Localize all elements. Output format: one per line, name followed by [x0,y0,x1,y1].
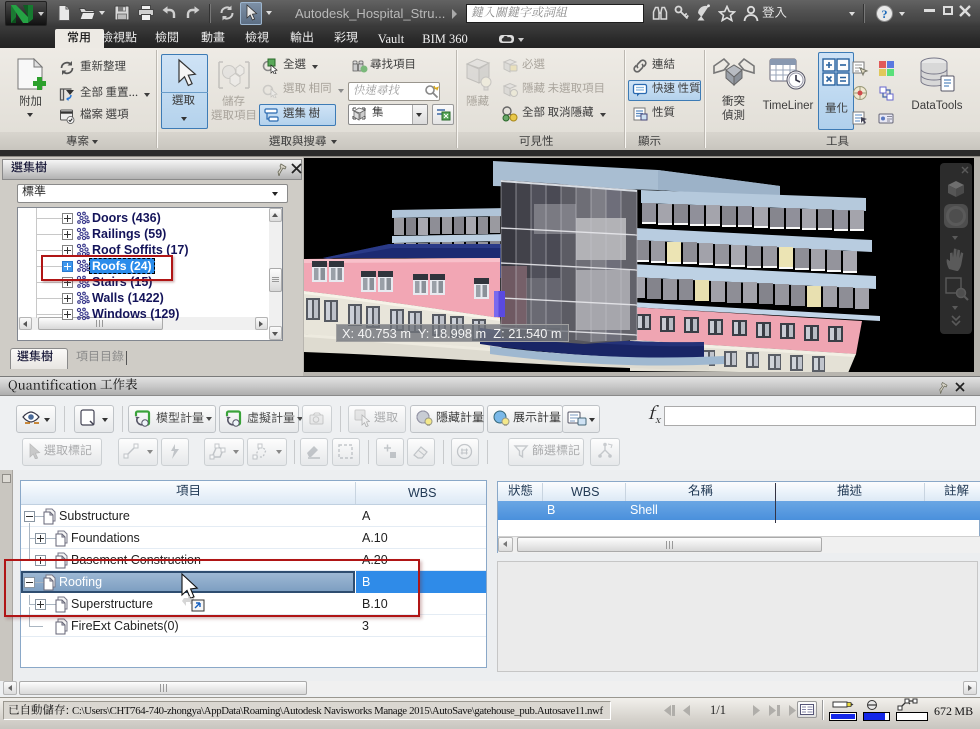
svg-text:?: ? [882,7,888,21]
